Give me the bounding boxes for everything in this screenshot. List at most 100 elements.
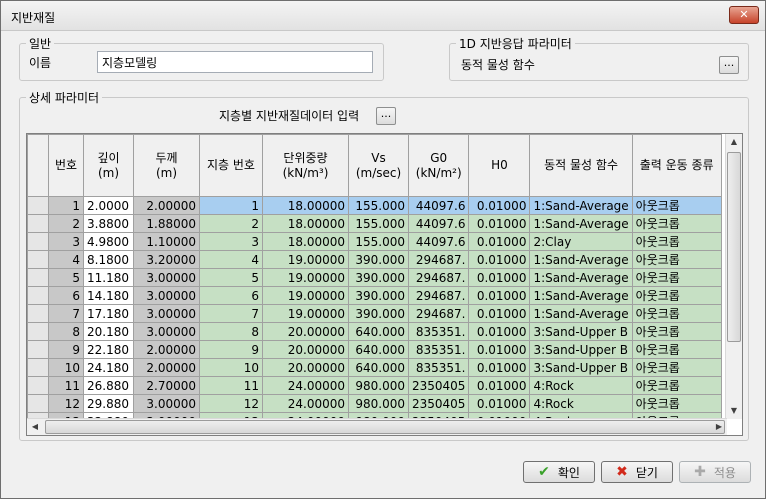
row-header[interactable] (27, 232, 49, 251)
cell-unit-weight[interactable]: 20.00000 (262, 322, 349, 341)
cell-unit-weight[interactable]: 19.00000 (262, 268, 349, 287)
col-header-h0[interactable]: H0 (468, 134, 531, 197)
cell-dynamic-function[interactable]: 4:Rock (529, 394, 633, 413)
cell-depth[interactable]: 8.1800 (83, 250, 134, 269)
cell-thickness[interactable]: 2.70000 (133, 376, 200, 395)
cell-output-motion[interactable]: 아웃크롭 (631, 286, 722, 305)
cell-vs[interactable]: 390.000 (348, 268, 409, 287)
row-header[interactable] (27, 268, 49, 287)
scroll-left-icon[interactable]: ◀ (27, 422, 43, 431)
cell-unit-weight[interactable]: 20.00000 (262, 358, 349, 377)
cell-no[interactable]: 12 (48, 394, 84, 413)
table-row[interactable]: 7 17.180 3.00000 7 19.00000 390.000 294687. 0.0… (27, 304, 722, 323)
cell-g0[interactable]: 294687. (407, 268, 470, 287)
cell-vs[interactable]: 390.000 (348, 304, 409, 323)
cell-dynamic-function[interactable]: 3:Sand-Upper B (529, 340, 633, 359)
cell-g0[interactable]: 2350405 (407, 376, 470, 395)
cell-thickness[interactable]: 3.00000 (133, 322, 200, 341)
cell-h0[interactable]: 0.01000 (468, 340, 531, 359)
cell-depth[interactable]: 4.9800 (83, 232, 134, 251)
table-row[interactable]: 11 26.880 2.70000 11 24.00000 980.000 2350405 0… (27, 376, 722, 395)
cell-dynamic-function[interactable]: 1:Sand-Average (529, 304, 633, 323)
cell-thickness[interactable]: 3.00000 (133, 304, 200, 323)
cell-no[interactable]: 9 (48, 340, 84, 359)
cell-thickness[interactable]: 2.00000 (133, 358, 200, 377)
cell-layer-no[interactable]: 10 (199, 358, 263, 377)
cell-g0[interactable]: 835351. (407, 358, 470, 377)
col-header-unit-weight[interactable]: 단위중량 (kN/m³) (262, 134, 349, 197)
col-header-depth[interactable]: 깊이 (m) (83, 134, 134, 197)
cell-depth[interactable]: 24.180 (83, 358, 134, 377)
cell-no[interactable]: 2 (48, 214, 84, 233)
cell-dynamic-function[interactable]: 1:Sand-Average (529, 268, 633, 287)
cell-thickness[interactable]: 3.00000 (133, 394, 200, 413)
row-header[interactable] (27, 322, 49, 341)
col-header-layer-no[interactable]: 지층 번호 (199, 134, 263, 197)
row-header[interactable] (27, 376, 49, 395)
apply-button[interactable]: ✚ 적용 (679, 461, 751, 483)
cell-g0[interactable]: 835351. (407, 322, 470, 341)
cell-layer-no[interactable]: 6 (199, 286, 263, 305)
cell-layer-no[interactable]: 9 (199, 340, 263, 359)
cell-unit-weight[interactable]: 24.00000 (262, 394, 349, 413)
cell-layer-no[interactable]: 3 (199, 232, 263, 251)
cell-h0[interactable]: 0.01000 (468, 376, 531, 395)
cell-no[interactable]: 5 (48, 268, 84, 287)
cell-g0[interactable]: 2350405 (407, 394, 470, 413)
cell-h0[interactable]: 0.01000 (468, 268, 531, 287)
cell-thickness[interactable]: 2.00000 (133, 340, 200, 359)
cell-g0[interactable]: 44097.6 (407, 214, 470, 233)
soil-layer-grid[interactable]: 번호 깊이 (m) 두께 (m) 지층 번호 단위중량 (kN/m³) Vs (m/sec… (26, 133, 743, 436)
cell-depth[interactable]: 3.8800 (83, 214, 134, 233)
col-header-g0[interactable]: G0 (kN/m²) (407, 134, 470, 197)
scroll-up-icon[interactable]: ▲ (726, 137, 742, 146)
cell-output-motion[interactable]: 아웃크롭 (631, 358, 722, 377)
row-header[interactable] (27, 340, 49, 359)
cell-unit-weight[interactable]: 20.00000 (262, 340, 349, 359)
cell-dynamic-function[interactable]: 1:Sand-Average (529, 286, 633, 305)
cell-output-motion[interactable]: 아웃크롭 (631, 394, 722, 413)
cell-thickness[interactable]: 3.20000 (133, 250, 200, 269)
cell-g0[interactable]: 294687. (407, 304, 470, 323)
cell-h0[interactable]: 0.01000 (468, 214, 531, 233)
cell-output-motion[interactable]: 아웃크롭 (631, 322, 722, 341)
cell-layer-no[interactable]: 11 (199, 376, 263, 395)
row-header[interactable] (27, 286, 49, 305)
cell-output-motion[interactable]: 아웃크롭 (631, 214, 722, 233)
cell-depth[interactable]: 26.880 (83, 376, 134, 395)
cell-vs[interactable]: 640.000 (348, 340, 409, 359)
cell-vs[interactable]: 155.000 (348, 232, 409, 251)
cell-unit-weight[interactable]: 19.00000 (262, 304, 349, 323)
col-header-vs[interactable]: Vs (m/sec) (348, 134, 409, 197)
cell-no[interactable]: 6 (48, 286, 84, 305)
cell-depth[interactable]: 14.180 (83, 286, 134, 305)
cell-thickness[interactable]: 1.88000 (133, 214, 200, 233)
horizontal-scrollbar[interactable]: ◀ ▶ (27, 418, 727, 435)
cell-dynamic-function[interactable]: 2:Clay (529, 232, 633, 251)
cell-unit-weight[interactable]: 18.00000 (262, 196, 349, 215)
cell-no[interactable]: 3 (48, 232, 84, 251)
table-row[interactable]: 3 4.9800 1.10000 3 18.00000 155.000 44097.6 0.0… (27, 232, 722, 251)
table-row[interactable]: 5 11.180 3.00000 5 19.00000 390.000 294687. 0.0… (27, 268, 722, 287)
cell-unit-weight[interactable]: 19.00000 (262, 250, 349, 269)
table-row[interactable]: 6 14.180 3.00000 6 19.00000 390.000 294687. 0.0… (27, 286, 722, 305)
cell-h0[interactable]: 0.01000 (468, 304, 531, 323)
cell-dynamic-function[interactable]: 1:Sand-Average (529, 250, 633, 269)
cell-thickness[interactable]: 2.00000 (133, 196, 200, 215)
table-row[interactable]: 9 22.180 2.00000 9 20.00000 640.000 835351. 0.0… (27, 340, 722, 359)
vertical-scroll-thumb[interactable] (727, 152, 741, 342)
cell-h0[interactable]: 0.01000 (468, 232, 531, 251)
cell-no[interactable]: 1 (48, 196, 84, 215)
vertical-scrollbar[interactable]: ▲ ▼ (725, 134, 742, 419)
cell-output-motion[interactable]: 아웃크롭 (631, 340, 722, 359)
name-input[interactable] (97, 51, 373, 73)
scroll-down-icon[interactable]: ▼ (726, 406, 742, 415)
table-row[interactable]: 2 3.8800 1.88000 2 18.00000 155.000 44097.6 0.0… (27, 214, 722, 233)
cell-g0[interactable]: 835351. (407, 340, 470, 359)
horizontal-scroll-thumb[interactable] (45, 420, 725, 434)
cell-dynamic-function[interactable]: 1:Sand-Average (529, 196, 633, 215)
cell-no[interactable]: 8 (48, 322, 84, 341)
cell-thickness[interactable]: 1.10000 (133, 232, 200, 251)
layer-input-button[interactable]: ... (376, 107, 396, 125)
cell-no[interactable]: 11 (48, 376, 84, 395)
